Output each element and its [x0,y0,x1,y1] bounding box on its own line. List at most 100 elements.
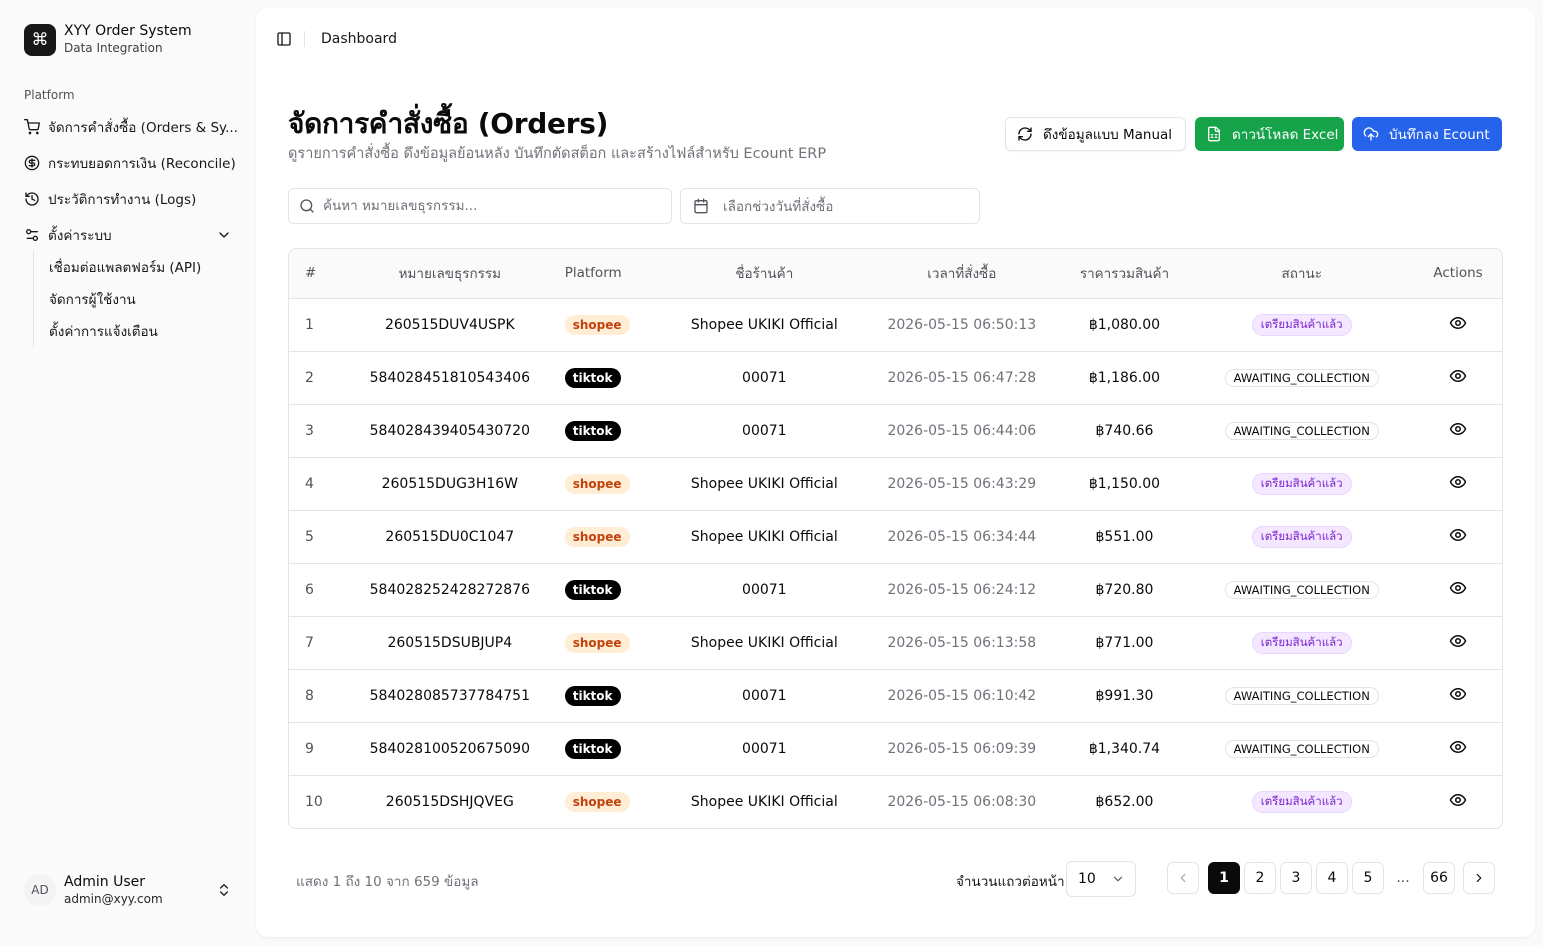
sidebar-item-reconcile[interactable]: กระทบยอดการเงิน (Reconcile) [16,147,240,179]
view-eye-icon[interactable] [1449,632,1467,650]
sidebar-subitem-api[interactable]: เชื่อมต่อแพลตฟอร์ม (API) [34,251,240,283]
platform-badge: shopee [564,791,630,812]
search-box [288,188,672,224]
total-price: ฿720.80 [1059,563,1190,617]
shop-name: 00071 [664,351,865,405]
platform-badge: shopee [564,526,630,547]
transaction-id: 260515DUG3H16W [344,457,555,511]
status-badge: เตรียมสินค้าแล้ว [1251,313,1352,336]
order-time: 2026-05-15 06:47:28 [864,351,1060,405]
sidebar-item-orders[interactable]: จัดการคำสั่งซื้อ (Orders & Sy... [16,111,240,143]
search-input[interactable] [323,198,653,214]
view-eye-icon[interactable] [1449,579,1467,597]
row-number: 6 [289,563,345,617]
sidebar: ⌘ XYY Order System Data Integration Plat… [0,0,256,945]
chevron-left-icon [1176,871,1190,885]
user-email: admin@xyy.com [64,891,163,906]
page-button-66[interactable]: 66 [1423,862,1455,894]
view-eye-icon[interactable] [1449,738,1467,756]
transaction-id: 260515DUV4USPK [344,298,555,352]
breadcrumb: Dashboard [321,31,397,47]
next-page-button[interactable] [1463,862,1495,894]
page-ellipsis: ... [1387,862,1419,894]
view-eye-icon[interactable] [1449,367,1467,385]
table-row: 2 584028451810543406 tiktok 00071 2026-05-15… [289,351,1502,405]
orders-table: # หมายเลขธุรกรรม Platform ชื่อร้านค้า เว… [288,248,1503,829]
view-eye-icon[interactable] [1449,420,1467,438]
column-header: # [289,249,345,299]
prev-page-button[interactable] [1167,862,1199,894]
avatar: AD [24,874,56,906]
sidebar-item-label: ตั้งค่าระบบ [48,228,112,244]
row-number: 10 [305,793,323,810]
date-range-picker[interactable]: เลือกช่วงวันที่สั่งซื้อ [680,188,980,224]
refresh-icon [1017,126,1033,142]
shop-name: Shopee UKIKI Official [664,298,865,352]
sidebar-subitem-users[interactable]: จัดการผู้ใช้งาน [34,283,240,315]
total-price: ฿991.30 [1059,669,1190,723]
status-badge: เตรียมสินค้าแล้ว [1251,790,1352,813]
page-button-1[interactable]: 1 [1208,862,1240,894]
table-body: 1 260515DUV4USPK shopee Shopee UKIKI Offici… [289,298,1502,828]
sidebar-subitem-notifications[interactable]: ตั้งค่าการแจ้งเตือน [34,315,240,347]
page-button-4[interactable]: 4 [1316,862,1348,894]
page-button-2[interactable]: 2 [1244,862,1276,894]
app-title: XYY Order System [64,23,192,39]
row-number: 1 [289,298,345,352]
platform-badge: shopee [564,473,630,494]
platform-badge: tiktok [564,738,621,759]
order-time: 2026-05-15 06:24:12 [864,563,1060,617]
row-number: 9 [289,722,345,776]
total-price: ฿1,186.00 [1059,351,1190,405]
status-badge: AWAITING_COLLECTION [1224,686,1379,705]
page-button-5[interactable]: 5 [1352,862,1384,894]
sidebar-item-label: ประวัติการทำงาน (Logs) [48,192,197,208]
status-badge: เตรียมสินค้าแล้ว [1251,631,1352,654]
row-number: 2 [289,351,345,405]
column-header: หมายเลขธุรกรรม [344,249,555,299]
manual-fetch-label: ดึงข้อมูลแบบ Manual [1043,127,1173,143]
save-ecount-button[interactable]: บันทึกลง Ecount [1352,117,1502,151]
chevron-right-icon [1472,871,1486,885]
rows-per-page-select[interactable]: 10 [1066,861,1136,897]
table-row: 5 260515DU0C1047 shopee Shopee UKIKI Offici… [289,510,1502,564]
table-row: 7 260515DSUBJUP4 shopee Shopee UKIKI Offici… [289,616,1502,670]
transaction-id: 584028085737784751 [344,669,555,723]
view-eye-icon[interactable] [1449,314,1467,332]
manual-fetch-button[interactable]: ดึงข้อมูลแบบ Manual [1005,117,1186,151]
order-time: 2026-05-15 06:08:30 [887,793,1037,810]
row-number: 3 [289,404,345,458]
view-eye-icon[interactable] [1449,791,1467,809]
main-panel: Dashboard จัดการคำสั่งซื้อ (Orders) ดูรา… [256,8,1535,937]
platform-badge: tiktok [564,420,621,441]
sidebar-item-settings[interactable]: ตั้งค่าระบบ [16,219,240,251]
platform-badge: tiktok [564,579,621,600]
download-excel-button[interactable]: ดาวน์โหลด Excel [1195,117,1344,151]
date-range-placeholder: เลือกช่วงวันที่สั่งซื้อ [723,199,834,215]
status-badge: เตรียมสินค้าแล้ว [1251,525,1352,548]
order-time: 2026-05-15 06:10:42 [864,669,1060,723]
view-eye-icon[interactable] [1449,526,1467,544]
order-time: 2026-05-15 06:34:44 [864,510,1060,564]
rows-per-page-value: 10 [1078,871,1096,887]
download-excel-label: ดาวน์โหลด Excel [1232,127,1339,143]
user-menu[interactable]: AD Admin User admin@xyy.com [24,870,240,910]
app-subtitle: Data Integration [64,41,163,55]
chevrons-up-down-icon [216,882,232,902]
page-button-3[interactable]: 3 [1280,862,1312,894]
sidebar-toggle-icon[interactable] [276,31,292,47]
table-row: 9 584028100520675090 tiktok 00071 2026-05-15… [289,722,1502,776]
total-price: ฿551.00 [1059,510,1190,564]
column-header: สถานะ [1189,249,1415,299]
status-badge: AWAITING_COLLECTION [1224,580,1379,599]
chevron-down-icon [216,227,232,247]
transaction-id: 584028451810543406 [344,351,555,405]
view-eye-icon[interactable] [1449,685,1467,703]
row-number: 7 [289,616,345,670]
sidebar-item-logs[interactable]: ประวัติการทำงาน (Logs) [16,183,240,215]
brand[interactable]: ⌘ XYY Order System Data Integration [24,23,192,56]
shop-name: 00071 [664,404,865,458]
status-badge: เตรียมสินค้าแล้ว [1251,472,1352,495]
shop-name: Shopee UKIKI Official [664,510,865,564]
view-eye-icon[interactable] [1449,473,1467,491]
